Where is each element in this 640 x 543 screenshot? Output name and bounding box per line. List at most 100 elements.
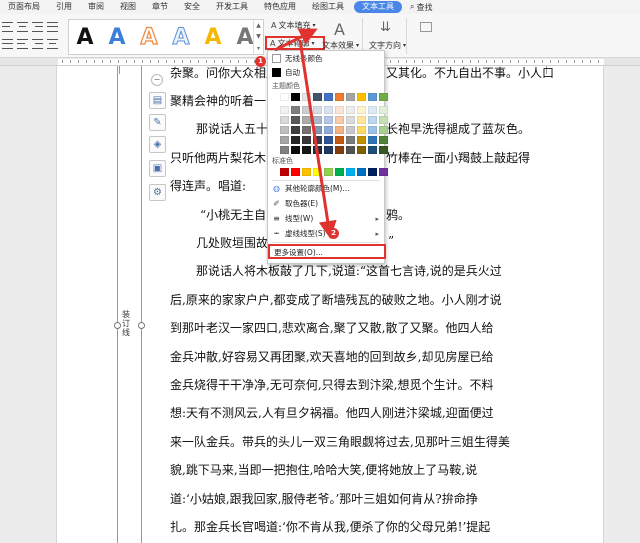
align-right-icon[interactable] xyxy=(32,21,43,32)
color-swatch[interactable] xyxy=(357,126,366,134)
color-swatch[interactable] xyxy=(291,93,300,101)
color-swatch[interactable] xyxy=(379,168,388,176)
gallery-scroll[interactable]: ▲ ▼ ▾ xyxy=(253,20,263,54)
tab-view[interactable]: 视图 xyxy=(112,0,144,14)
color-swatch[interactable] xyxy=(335,146,344,154)
color-swatch[interactable] xyxy=(357,168,366,176)
color-swatch[interactable] xyxy=(379,126,388,134)
style-preset-blue[interactable]: A xyxy=(101,25,133,50)
color-swatch[interactable] xyxy=(280,116,289,124)
menu-item-line-style[interactable]: ≡ 线型(W) ▸ xyxy=(268,212,384,225)
color-swatch[interactable] xyxy=(313,93,322,101)
color-swatch[interactable] xyxy=(302,116,311,124)
color-swatch[interactable] xyxy=(357,136,366,144)
color-swatch[interactable] xyxy=(368,126,377,134)
color-swatch[interactable] xyxy=(291,168,300,176)
text-fill-button[interactable]: A 文本填充 ▾ xyxy=(271,20,316,31)
color-swatch[interactable] xyxy=(313,146,322,154)
tab-developer[interactable]: 开发工具 xyxy=(208,0,256,14)
color-swatch[interactable] xyxy=(291,106,300,114)
color-swatch[interactable] xyxy=(324,136,333,144)
settings-icon[interactable]: ⚙ xyxy=(149,184,166,201)
color-swatch[interactable] xyxy=(357,116,366,124)
align-left-icon[interactable] xyxy=(2,21,13,32)
wrap-icon[interactable] xyxy=(420,22,432,32)
color-swatch[interactable] xyxy=(346,136,355,144)
color-swatch[interactable] xyxy=(302,168,311,176)
color-swatch[interactable] xyxy=(313,168,322,176)
style-preset-gold[interactable]: A xyxy=(197,25,229,50)
color-swatch[interactable] xyxy=(291,146,300,154)
menu-item-no-outline[interactable]: 无线条颜色 xyxy=(268,52,384,65)
color-swatch[interactable] xyxy=(368,146,377,154)
color-swatch[interactable] xyxy=(346,93,355,101)
tab-security[interactable]: 安全 xyxy=(176,0,208,14)
layout-icon[interactable]: ▤ xyxy=(149,92,166,109)
color-swatch[interactable] xyxy=(324,146,333,154)
color-swatch[interactable] xyxy=(313,126,322,134)
color-swatch[interactable] xyxy=(291,126,300,134)
tab-review[interactable]: 审阅 xyxy=(80,0,112,14)
color-swatch[interactable] xyxy=(357,93,366,101)
line-spacing-icon[interactable] xyxy=(47,38,58,49)
color-swatch[interactable] xyxy=(379,146,388,154)
justify-icon[interactable] xyxy=(47,21,58,32)
indent-icon[interactable] xyxy=(17,38,28,49)
color-swatch[interactable] xyxy=(346,116,355,124)
outdent-icon[interactable] xyxy=(32,38,43,49)
color-swatch[interactable] xyxy=(368,93,377,101)
tab-text-tools[interactable]: 文本工具 xyxy=(354,1,402,13)
color-swatch[interactable] xyxy=(324,126,333,134)
menu-item-more-colors[interactable]: ◍ 其他轮廓颜色(M)... xyxy=(268,182,384,195)
tab-features[interactable]: 特色应用 xyxy=(256,0,304,14)
gutter-handle[interactable] xyxy=(114,322,121,329)
color-swatch[interactable] xyxy=(379,136,388,144)
style-preset-black[interactable]: A xyxy=(69,25,101,50)
color-swatch[interactable] xyxy=(324,168,333,176)
color-swatch[interactable] xyxy=(324,106,333,114)
color-swatch[interactable] xyxy=(280,146,289,154)
color-swatch[interactable] xyxy=(357,106,366,114)
style-preset-blue-outline[interactable]: A xyxy=(165,24,197,50)
collapse-icon[interactable]: − xyxy=(151,74,163,86)
color-swatch[interactable] xyxy=(313,136,322,144)
color-swatch[interactable] xyxy=(335,106,344,114)
menu-item-eyedropper[interactable]: ✐ 取色器(E) xyxy=(268,197,384,210)
color-swatch[interactable] xyxy=(291,136,300,144)
gutter-handle[interactable] xyxy=(138,322,145,329)
color-swatch[interactable] xyxy=(346,106,355,114)
color-swatch[interactable] xyxy=(335,116,344,124)
text-direction-icon[interactable]: ⇊ xyxy=(380,20,391,35)
search-button[interactable]: ⌕ 查找 xyxy=(404,2,432,13)
color-swatch[interactable] xyxy=(346,126,355,134)
fill-icon[interactable]: ◈ xyxy=(149,136,166,153)
color-swatch[interactable] xyxy=(291,116,300,124)
color-swatch[interactable] xyxy=(324,93,333,101)
color-swatch[interactable] xyxy=(280,168,289,176)
color-swatch[interactable] xyxy=(335,93,344,101)
color-swatch[interactable] xyxy=(335,126,344,134)
color-swatch[interactable] xyxy=(280,106,289,114)
tab-references[interactable]: 引用 xyxy=(48,0,80,14)
pen-icon[interactable]: ✎ xyxy=(149,114,166,131)
color-swatch[interactable] xyxy=(346,168,355,176)
color-swatch[interactable] xyxy=(302,146,311,154)
color-swatch[interactable] xyxy=(346,146,355,154)
color-swatch[interactable] xyxy=(302,93,311,101)
menu-item-dash-style[interactable]: ┅ 虚线线型(S) ▸ xyxy=(268,227,384,240)
distribute-icon[interactable] xyxy=(2,38,13,49)
color-swatch[interactable] xyxy=(302,126,311,134)
color-swatch[interactable] xyxy=(302,106,311,114)
color-swatch[interactable] xyxy=(335,168,344,176)
color-swatch[interactable] xyxy=(368,136,377,144)
border-icon[interactable]: ▣ xyxy=(149,160,166,177)
color-swatch[interactable] xyxy=(302,136,311,144)
menu-item-automatic[interactable]: 自动 xyxy=(268,66,384,79)
color-swatch[interactable] xyxy=(368,116,377,124)
color-swatch[interactable] xyxy=(280,93,289,101)
tab-drawing-tools[interactable]: 绘图工具 xyxy=(304,0,352,14)
color-swatch[interactable] xyxy=(357,146,366,154)
text-effect-icon[interactable]: A xyxy=(334,20,345,39)
style-preset-orange-outline[interactable]: A xyxy=(133,24,165,50)
color-swatch[interactable] xyxy=(280,136,289,144)
